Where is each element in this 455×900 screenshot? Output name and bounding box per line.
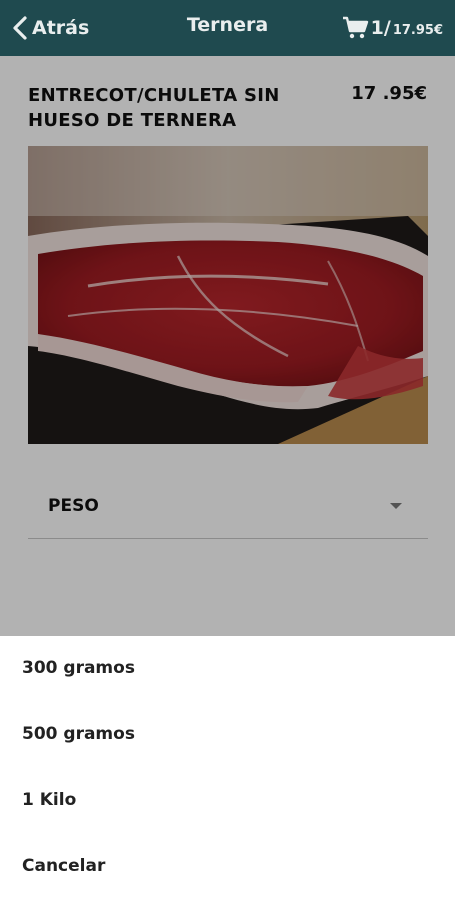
cancel-label: Cancelar (22, 856, 106, 876)
option-label: 500 gramos (22, 724, 135, 744)
option-500-gramos[interactable]: 500 gramos (0, 702, 455, 768)
modal-backdrop[interactable] (0, 56, 455, 636)
cancel-button[interactable]: Cancelar (0, 834, 455, 900)
back-label: Atrás (32, 17, 90, 39)
cart-total: 17.95€ (392, 22, 443, 38)
option-label: 300 gramos (22, 658, 135, 678)
cart-button[interactable]: 1/ 17.95€ (342, 14, 443, 42)
option-1-kilo[interactable]: 1 Kilo (0, 768, 455, 834)
option-label: 1 Kilo (22, 790, 77, 810)
chevron-left-icon (13, 16, 27, 40)
top-bar: Atrás Ternera 1/ 17.95€ (0, 0, 455, 56)
cart-icon (342, 16, 368, 39)
cart-count: 1/ (370, 17, 391, 39)
weight-options-sheet: 300 gramos 500 gramos 1 Kilo Cancelar (0, 636, 455, 900)
option-300-gramos[interactable]: 300 gramos (0, 636, 455, 702)
back-button[interactable]: Atrás (10, 14, 89, 42)
